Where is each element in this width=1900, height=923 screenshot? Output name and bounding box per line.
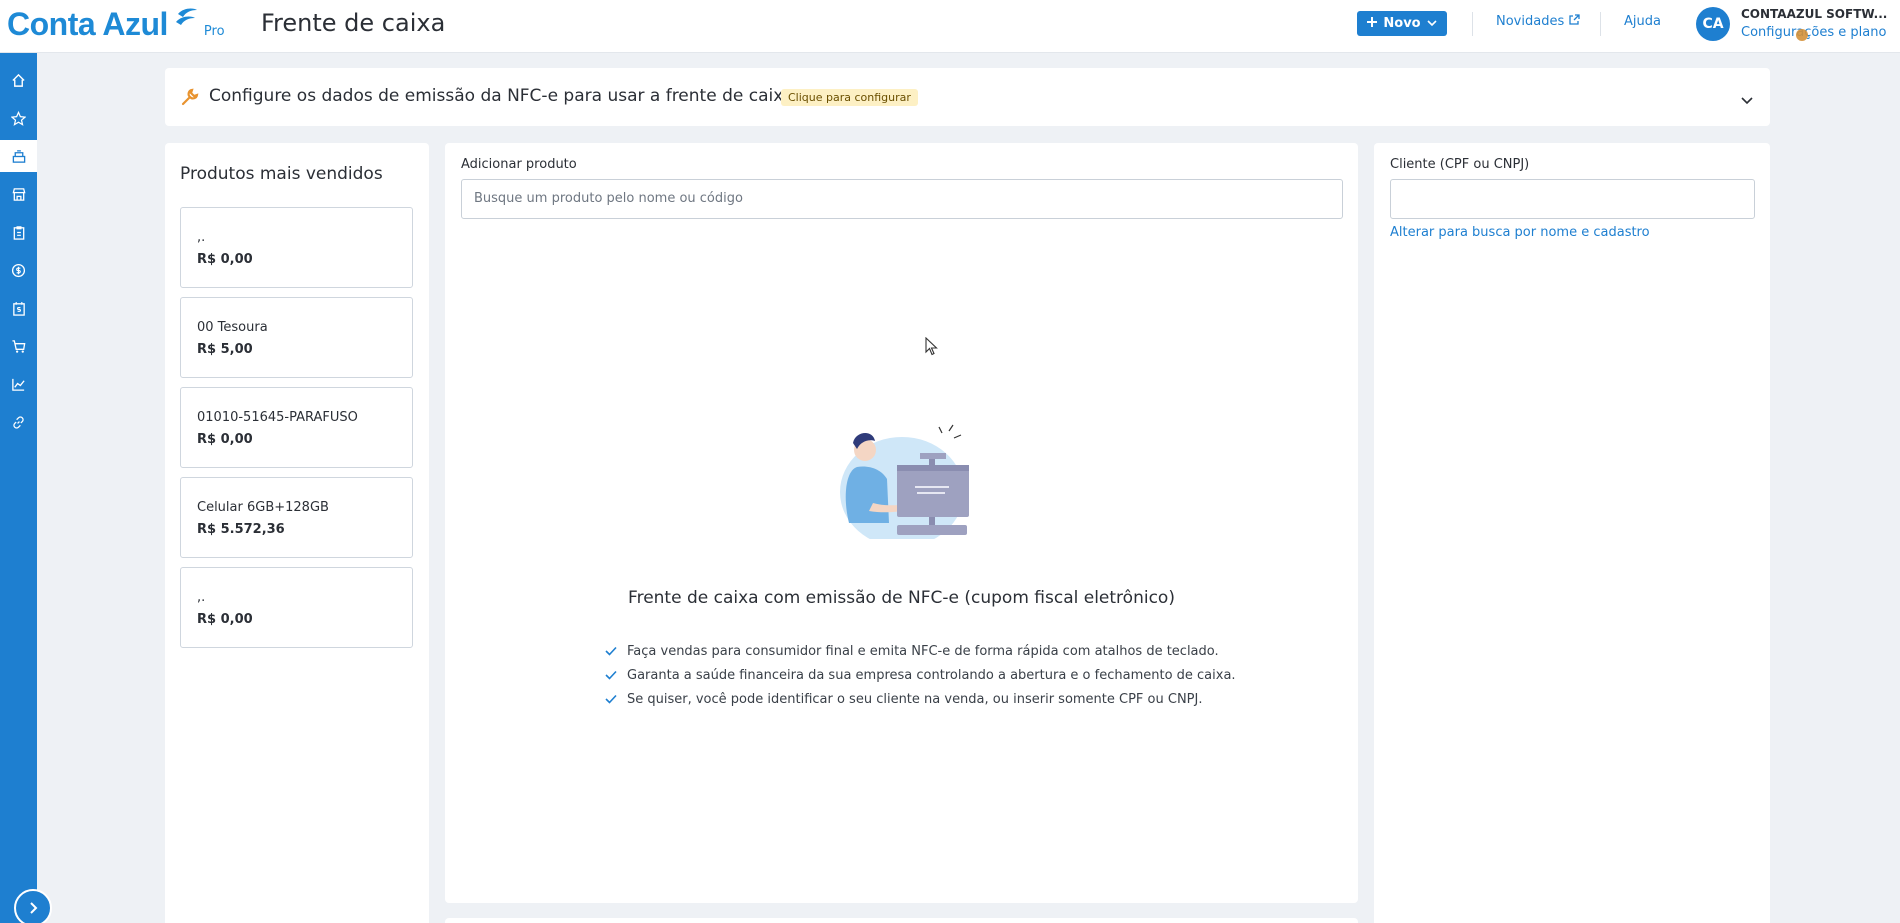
sidebar-item-orders[interactable] <box>0 216 37 248</box>
divider <box>1472 12 1473 36</box>
configure-badge[interactable]: Clique para configurar <box>781 89 918 106</box>
sidebar-item-pos[interactable] <box>0 140 37 172</box>
check-icon <box>605 646 617 656</box>
totals-panel <box>445 918 1358 923</box>
cart-icon <box>11 339 25 353</box>
feature-item: Se quiser, você pode identificar o seu c… <box>605 687 1236 711</box>
product-price: R$ 0,00 <box>197 252 253 267</box>
sidebar-item-favorites[interactable] <box>0 102 37 134</box>
product-price: R$ 5,00 <box>197 342 253 357</box>
product-name: 00 Tesoura <box>197 320 268 335</box>
product-name: ,. <box>197 590 206 605</box>
calendar-dollar-icon <box>12 301 25 316</box>
sidebar-item-reports[interactable] <box>0 368 37 400</box>
check-icon <box>605 670 617 680</box>
company-name[interactable]: CONTAAZUL SOFTW... <box>1741 7 1887 21</box>
home-icon <box>12 73 25 87</box>
nfce-config-banner[interactable]: Configure os dados de emissão da NFC-e p… <box>165 68 1770 126</box>
plus-icon <box>1367 16 1378 31</box>
product-name: Celular 6GB+128GB <box>197 500 329 515</box>
click-indicator <box>1796 29 1808 41</box>
feature-text: Garanta a saúde financeira da sua empres… <box>627 667 1236 683</box>
news-link-label: Novidades <box>1496 14 1565 29</box>
sidebar <box>0 53 37 923</box>
product-name: 01010-51645-PARAFUSO <box>197 410 358 425</box>
new-button-label: Novo <box>1383 16 1421 31</box>
customer-label: Cliente (CPF ou CNPJ) <box>1390 157 1530 172</box>
cashier-illustration <box>817 419 987 547</box>
avatar[interactable]: CA <box>1696 7 1730 41</box>
switch-search-mode-link[interactable]: Alterar para busca por nome e cadastro <box>1390 225 1650 240</box>
product-search-input[interactable]: Busque um produto pelo nome ou código <box>461 179 1343 219</box>
customer-document-input[interactable] <box>1390 179 1755 219</box>
sidebar-item-integrations[interactable] <box>0 406 37 438</box>
logo-tier: Pro <box>203 24 225 39</box>
logo-mark-icon <box>174 8 198 34</box>
chevron-down-icon <box>1427 16 1437 31</box>
cash-register-icon <box>12 149 25 163</box>
feature-item: Garanta a saúde financeira da sua empres… <box>605 663 1236 687</box>
mouse-pointer-icon <box>925 336 939 361</box>
product-card[interactable]: ,. R$ 0,00 <box>180 207 413 288</box>
product-price: R$ 5.572,36 <box>197 522 285 537</box>
sale-panel: Adicionar produto Busque um produto pelo… <box>445 143 1358 903</box>
logo-text: Conta Azul <box>7 6 168 42</box>
sidebar-expand-button[interactable] <box>14 889 52 923</box>
new-button[interactable]: Novo <box>1357 11 1447 36</box>
link-icon <box>13 415 24 429</box>
product-price: R$ 0,00 <box>197 432 253 447</box>
chart-icon <box>12 378 25 391</box>
product-card[interactable]: ,. R$ 0,00 <box>180 567 413 648</box>
product-card[interactable]: Celular 6GB+128GB R$ 5.572,36 <box>180 477 413 558</box>
best-sellers-panel: Produtos mais vendidos ,. R$ 0,00 00 Tes… <box>165 143 429 923</box>
help-link[interactable]: Ajuda <box>1624 14 1661 29</box>
feature-item: Faça vendas para consumidor final e emit… <box>605 639 1236 663</box>
external-link-icon <box>1569 14 1580 29</box>
product-price: R$ 0,00 <box>197 612 253 627</box>
sidebar-item-billing[interactable] <box>0 292 37 324</box>
customer-panel: Cliente (CPF ou CNPJ) Alterar para busca… <box>1374 143 1770 923</box>
divider <box>1600 12 1601 36</box>
best-sellers-title: Produtos mais vendidos <box>180 164 383 184</box>
empty-state-title: Frente de caixa com emissão de NFC-e (cu… <box>628 588 1175 608</box>
product-name: ,. <box>197 230 206 245</box>
sidebar-item-purchases[interactable] <box>0 330 37 362</box>
news-link[interactable]: Novidades <box>1496 14 1580 29</box>
chevron-down-icon[interactable] <box>1740 90 1754 109</box>
star-icon <box>11 110 26 126</box>
top-bar: Conta Azul Pro Frente de caixa Novo Novi… <box>0 0 1900 53</box>
chevron-right-icon <box>29 902 37 914</box>
settings-plan-link[interactable]: Configurações e plano <box>1741 25 1886 40</box>
add-product-label: Adicionar produto <box>461 157 577 172</box>
feature-text: Faça vendas para consumidor final e emit… <box>627 643 1219 659</box>
sidebar-item-store[interactable] <box>0 178 37 210</box>
banner-message: Configure os dados de emissão da NFC-e p… <box>209 86 794 106</box>
page-title: Frente de caixa <box>261 9 446 37</box>
product-card[interactable]: 00 Tesoura R$ 5,00 <box>180 297 413 378</box>
sidebar-item-home[interactable] <box>0 64 37 96</box>
feature-list: Faça vendas para consumidor final e emit… <box>605 639 1236 711</box>
feature-text: Se quiser, você pode identificar o seu c… <box>627 691 1203 707</box>
sidebar-item-finance[interactable] <box>0 254 37 286</box>
dollar-icon <box>11 263 26 277</box>
wrench-icon <box>181 88 199 110</box>
check-icon <box>605 694 617 704</box>
clipboard-icon <box>13 225 24 240</box>
store-icon <box>12 187 25 201</box>
logo[interactable]: Conta Azul Pro <box>7 6 225 43</box>
product-card[interactable]: 01010-51645-PARAFUSO R$ 0,00 <box>180 387 413 468</box>
